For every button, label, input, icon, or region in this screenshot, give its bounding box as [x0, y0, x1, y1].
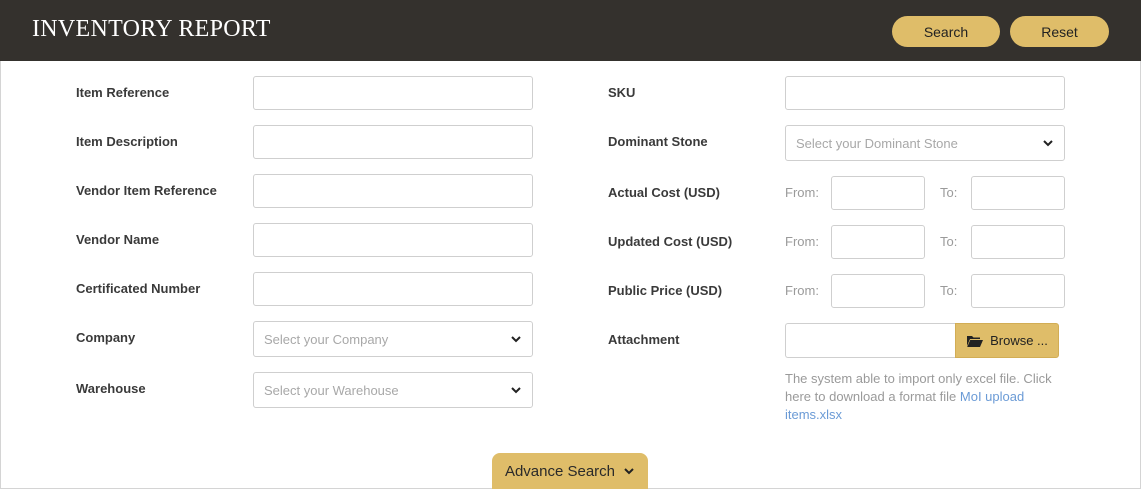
updated-cost-from-input[interactable] — [831, 225, 925, 259]
vendor-name-input[interactable] — [253, 223, 533, 257]
public-price-from-label: From: — [785, 283, 819, 298]
chevron-down-icon — [511, 336, 521, 343]
advance-search-button[interactable]: Advance Search — [492, 453, 648, 489]
browse-button-label: Browse ... — [990, 333, 1048, 348]
item-reference-label: Item Reference — [76, 85, 170, 100]
warehouse-select[interactable]: Select your Warehouse — [253, 372, 533, 408]
company-select[interactable]: Select your Company — [253, 321, 533, 357]
actual-cost-from-label: From: — [785, 185, 819, 200]
actual-cost-to-input[interactable] — [971, 176, 1065, 210]
chevron-down-icon — [1043, 140, 1053, 147]
actual-cost-to-label: To: — [940, 185, 958, 200]
public-price-from-input[interactable] — [831, 274, 925, 308]
actual-cost-label: Actual Cost (USD) — [608, 185, 720, 200]
page-title: INVENTORY REPORT — [32, 16, 271, 42]
vendor-item-reference-label: Vendor Item Reference — [76, 183, 217, 198]
search-button[interactable]: Search — [892, 16, 1000, 47]
certificated-number-input[interactable] — [253, 272, 533, 306]
public-price-label: Public Price (USD) — [608, 283, 723, 298]
actual-cost-from-input[interactable] — [831, 176, 925, 210]
attachment-file-input[interactable] — [785, 323, 955, 358]
company-select-placeholder: Select your Company — [264, 331, 389, 347]
updated-cost-to-label: To: — [940, 234, 958, 249]
public-price-to-input[interactable] — [971, 274, 1065, 308]
warehouse-select-placeholder: Select your Warehouse — [264, 382, 399, 398]
updated-cost-to-input[interactable] — [971, 225, 1065, 259]
folder-open-icon — [967, 335, 984, 347]
dominant-stone-select-placeholder: Select your Dominant Stone — [796, 135, 958, 151]
public-price-to-label: To: — [940, 283, 958, 298]
item-description-input[interactable] — [253, 125, 533, 159]
dominant-stone-label: Dominant Stone — [608, 134, 708, 149]
browse-button[interactable]: Browse ... — [955, 323, 1059, 358]
warehouse-label: Warehouse — [76, 381, 146, 396]
chevron-down-icon — [511, 387, 521, 394]
import-help-text: The system able to import only excel fil… — [785, 370, 1055, 424]
dominant-stone-select[interactable]: Select your Dominant Stone — [785, 125, 1065, 161]
item-reference-input[interactable] — [253, 76, 533, 110]
advance-search-label: Advance Search — [504, 462, 616, 480]
item-description-label: Item Description — [76, 134, 178, 149]
updated-cost-from-label: From: — [785, 234, 819, 249]
sku-label: SKU — [608, 85, 636, 100]
attachment-label: Attachment — [608, 332, 680, 347]
company-label: Company — [76, 330, 136, 345]
certificated-number-label: Certificated Number — [76, 281, 201, 296]
vendor-name-label: Vendor Name — [76, 232, 160, 247]
reset-button[interactable]: Reset — [1010, 16, 1109, 47]
chevron-down-icon — [624, 468, 634, 475]
updated-cost-label: Updated Cost (USD) — [608, 234, 733, 249]
vendor-item-reference-input[interactable] — [253, 174, 533, 208]
page-header: INVENTORY REPORT Search Reset — [0, 0, 1141, 61]
sku-input[interactable] — [785, 76, 1065, 110]
